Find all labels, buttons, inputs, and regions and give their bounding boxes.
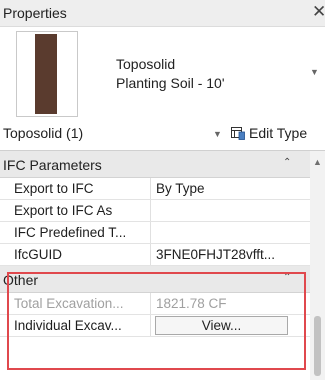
vertical-scrollbar[interactable]: ▲ bbox=[310, 151, 325, 380]
property-name-cell: Export to IFC bbox=[0, 178, 151, 199]
property-row-export-to-ifc[interactable]: Export to IFC By Type bbox=[0, 178, 310, 200]
property-name-cell: IfcGUID bbox=[0, 244, 151, 265]
edit-type-button[interactable]: Edit Type bbox=[231, 122, 307, 144]
property-value-cell[interactable] bbox=[151, 222, 290, 243]
group-label: IFC Parameters bbox=[3, 157, 102, 173]
type-selector-dropdown-icon[interactable]: ▼ bbox=[310, 67, 319, 77]
type-family-label: Toposolid bbox=[116, 56, 176, 72]
selection-bar: Toposolid (1) ▼ Edit Type bbox=[0, 118, 325, 151]
type-name-label: Planting Soil - 10' bbox=[116, 75, 225, 91]
instance-filter-dropdown[interactable]: Toposolid (1) bbox=[3, 125, 83, 141]
type-thumbnail bbox=[16, 31, 78, 117]
property-name-cell: Export to IFC As bbox=[0, 200, 151, 221]
panel-titlebar: Properties ✕ bbox=[0, 0, 325, 27]
property-value-cell[interactable] bbox=[151, 200, 290, 221]
close-icon[interactable]: ✕ bbox=[312, 2, 325, 22]
collapse-chevron-icon[interactable]: ⌃ bbox=[283, 157, 291, 168]
highlight-box bbox=[7, 272, 306, 370]
property-value: 3FNE0FHJT28vfft... bbox=[156, 247, 276, 262]
property-value-cell[interactable]: 3FNE0FHJT28vfft... bbox=[151, 244, 290, 265]
property-value: By Type bbox=[156, 181, 205, 196]
edit-type-icon bbox=[231, 127, 245, 140]
property-name-cell: IFC Predefined T... bbox=[0, 222, 151, 243]
type-selector[interactable]: Toposolid Planting Soil - 10' ▼ bbox=[0, 27, 325, 119]
properties-panel: Properties ✕ Toposolid Planting Soil - 1… bbox=[0, 0, 325, 380]
property-name: IfcGUID bbox=[14, 247, 63, 262]
property-row-ifc-predefined-type[interactable]: IFC Predefined T... bbox=[0, 222, 310, 244]
soil-swatch bbox=[35, 34, 57, 114]
instance-filter-chevron-down-icon[interactable]: ▼ bbox=[213, 129, 222, 139]
property-row-ifcguid[interactable]: IfcGUID 3FNE0FHJT28vfft... bbox=[0, 244, 310, 266]
property-row-export-to-ifc-as[interactable]: Export to IFC As bbox=[0, 200, 310, 222]
scroll-up-arrow-icon[interactable]: ▲ bbox=[313, 157, 322, 167]
group-header-ifc-parameters[interactable]: IFC Parameters ⌃ bbox=[0, 151, 310, 178]
property-name: IFC Predefined T... bbox=[14, 225, 127, 240]
property-value-cell[interactable]: By Type bbox=[151, 178, 290, 199]
edit-type-label: Edit Type bbox=[249, 125, 308, 141]
panel-title: Properties bbox=[3, 5, 67, 21]
property-name: Export to IFC bbox=[14, 181, 94, 196]
scrollbar-thumb[interactable] bbox=[314, 316, 321, 376]
property-name: Export to IFC As bbox=[14, 203, 113, 218]
